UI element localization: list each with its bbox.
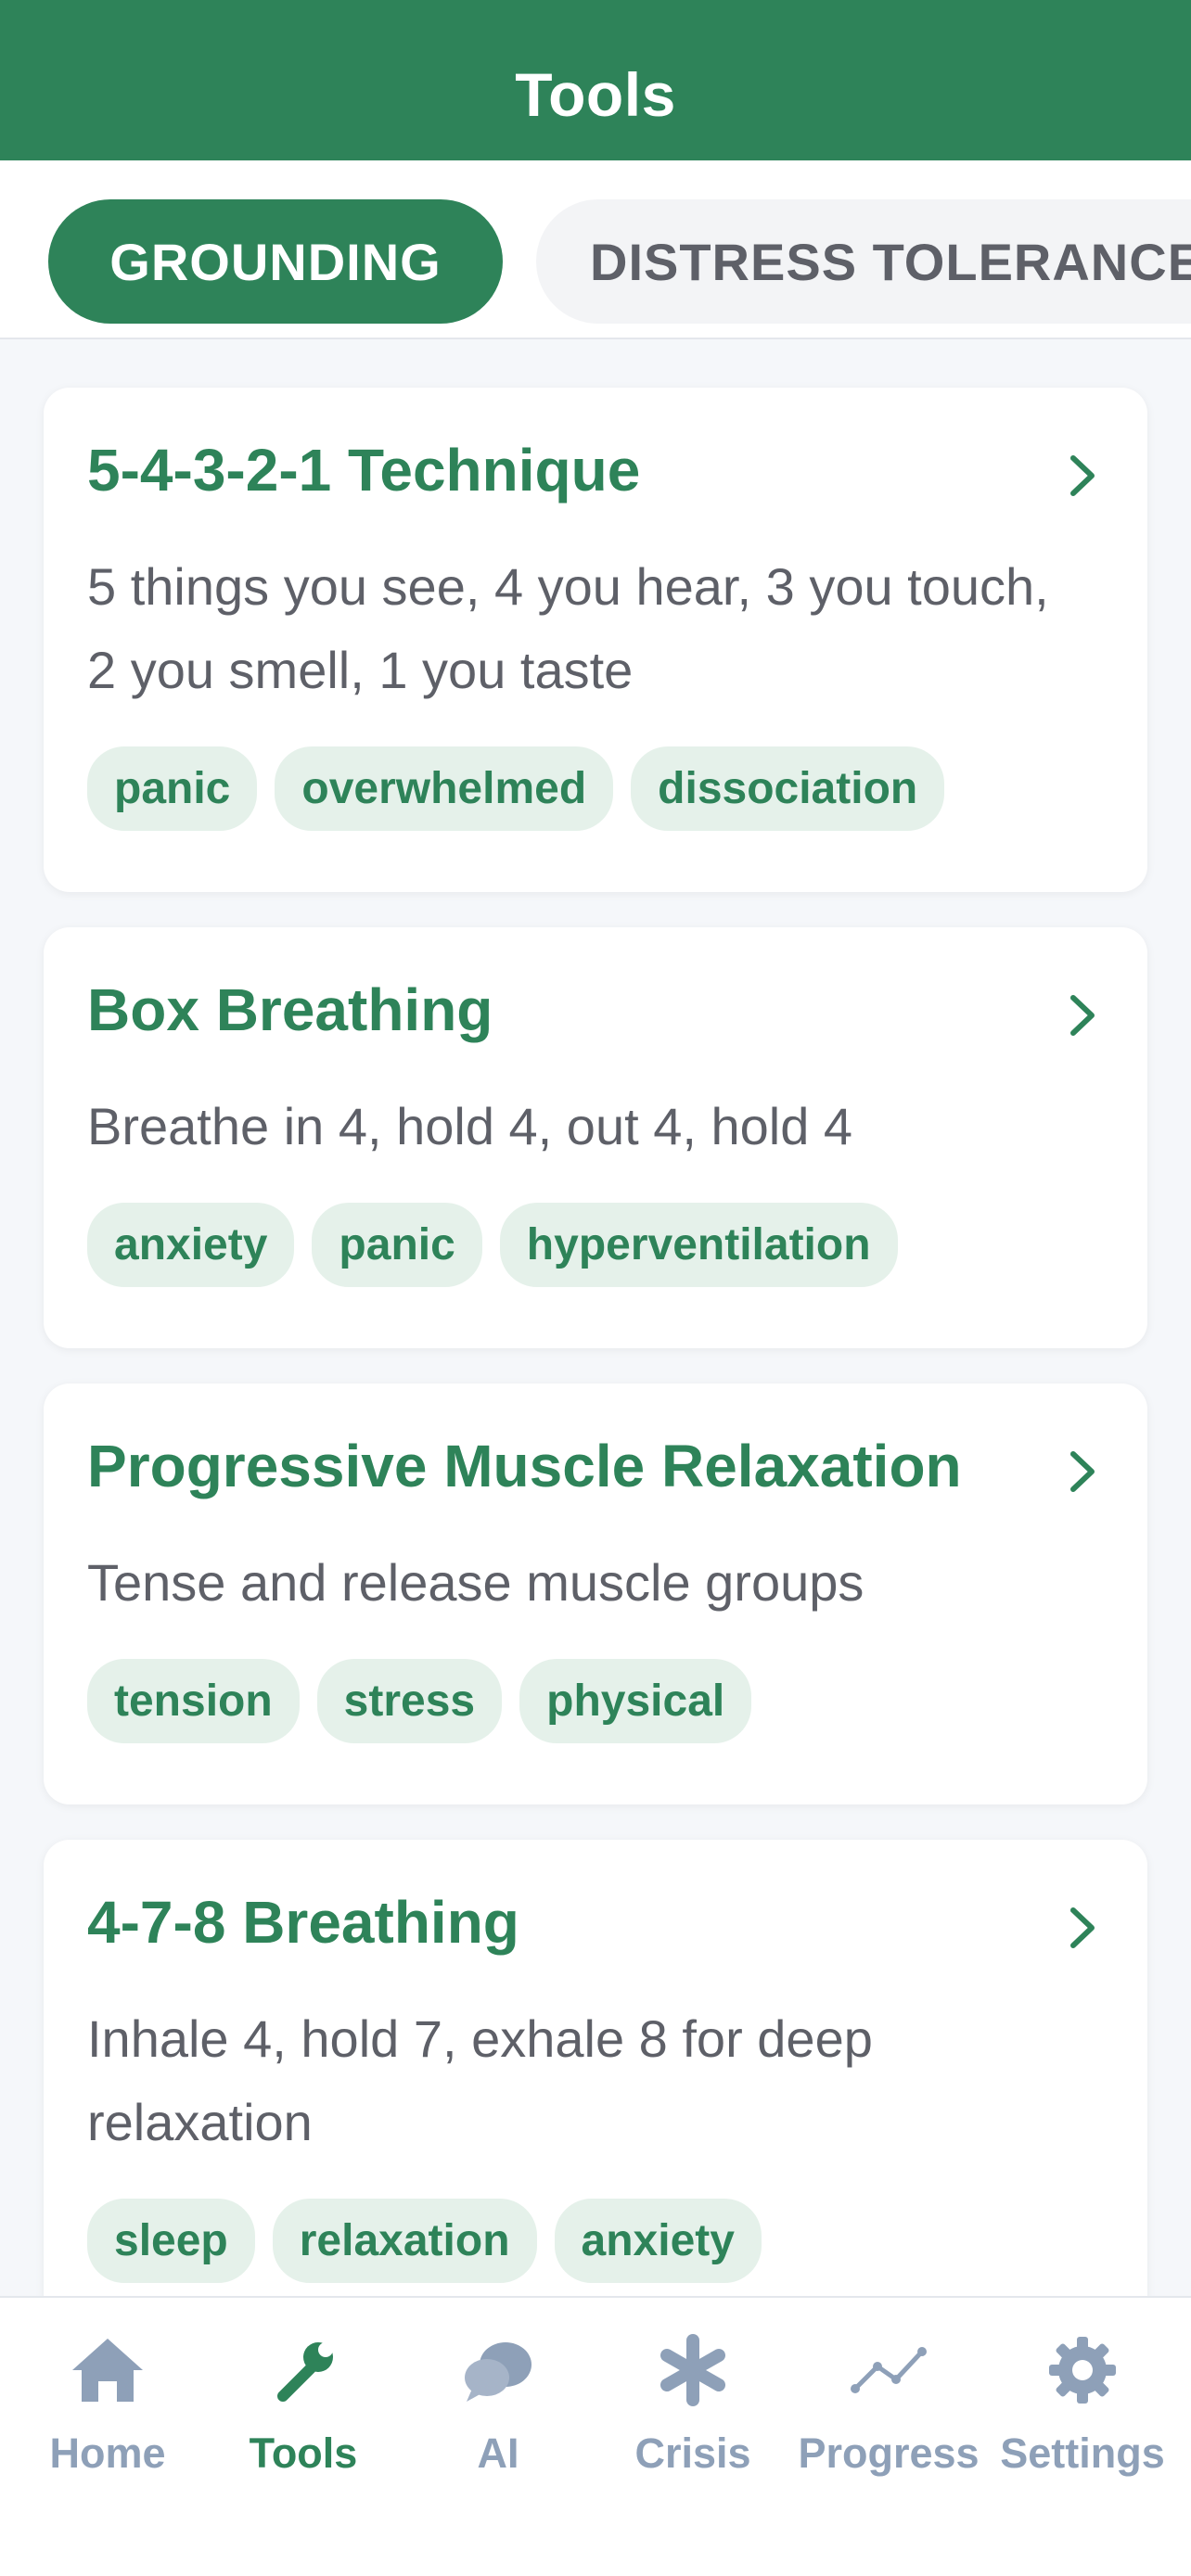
nav-label: AI	[477, 2429, 519, 2477]
category-tab-bar[interactable]: GROUNDING DISTRESS TOLERANCE	[0, 160, 1191, 339]
tag: physical	[519, 1659, 752, 1743]
tag: overwhelmed	[275, 746, 614, 831]
tool-card-5-4-3-2-1[interactable]: 5-4-3-2-1 Technique 5 things you see, 4 …	[44, 388, 1147, 892]
bottom-tab-bar: Home Tools AI Crisis Progress Settings	[0, 2296, 1191, 2576]
tool-card-description: Breathe in 4, hold 4, out 4, hold 4	[87, 1097, 853, 1155]
tool-card-title: Progressive Muscle Relaxation	[87, 1433, 962, 1499]
tag: stress	[316, 1659, 503, 1743]
nav-item-ai[interactable]: AI	[401, 2327, 596, 2504]
tag: relaxation	[272, 2199, 537, 2283]
tag: anxiety	[554, 2199, 762, 2283]
chevron-right-icon	[1070, 995, 1095, 1036]
nav-item-tools[interactable]: Tools	[206, 2327, 401, 2504]
wrench-icon	[277, 2342, 333, 2402]
tag-list: sleep relaxation anxiety	[87, 2199, 762, 2283]
tab-distress-tolerance[interactable]: DISTRESS TOLERANCE	[536, 199, 1191, 324]
tag-list: panic overwhelmed dissociation	[87, 746, 945, 831]
tab-grounding[interactable]: GROUNDING	[48, 199, 503, 324]
tag: hyperventilation	[499, 1203, 898, 1287]
tag-list: tension stress physical	[87, 1659, 752, 1743]
tool-card-progressive-muscle-relaxation[interactable]: Progressive Muscle Relaxation Tense and …	[44, 1384, 1147, 1804]
home-icon	[72, 2339, 143, 2402]
page-title: Tools	[515, 59, 676, 129]
nav-label: Crisis	[634, 2429, 751, 2477]
gear-icon	[1049, 2337, 1116, 2404]
nav-label: Settings	[1000, 2429, 1165, 2477]
tool-card-box-breathing[interactable]: Box Breathing Breathe in 4, hold 4, out …	[44, 927, 1147, 1348]
nav-item-home[interactable]: Home	[10, 2327, 205, 2504]
asterisk-icon	[660, 2334, 725, 2406]
tag: dissociation	[631, 746, 945, 831]
nav-label: Progress	[798, 2429, 980, 2477]
tool-card-description: Tense and release muscle groups	[87, 1553, 864, 1612]
tag: sleep	[87, 2199, 255, 2283]
tag: tension	[87, 1659, 300, 1743]
chevron-right-icon	[1070, 1451, 1095, 1492]
tool-card-title: 5-4-3-2-1 Technique	[87, 437, 641, 504]
nav-label: Tools	[249, 2429, 358, 2477]
app-header: Tools	[0, 0, 1191, 160]
nav-item-settings[interactable]: Settings	[985, 2327, 1180, 2504]
trend-line-icon	[851, 2347, 927, 2393]
tag-list: anxiety panic hyperventilation	[87, 1203, 898, 1287]
nav-item-progress[interactable]: Progress	[791, 2327, 986, 2504]
chevron-right-icon	[1070, 1907, 1095, 1948]
tool-card-4-7-8-breathing[interactable]: 4-7-8 Breathing Inhale 4, hold 7, exhale…	[44, 1840, 1147, 2296]
tag: anxiety	[87, 1203, 295, 1287]
tool-card-title: 4-7-8 Breathing	[87, 1889, 519, 1956]
chat-bubbles-icon	[465, 2342, 531, 2402]
chevron-right-icon	[1070, 455, 1095, 496]
tool-list[interactable]: 5-4-3-2-1 Technique 5 things you see, 4 …	[0, 339, 1191, 2296]
tool-card-title: Box Breathing	[87, 976, 493, 1043]
nav-label: Home	[49, 2429, 166, 2477]
nav-item-crisis[interactable]: Crisis	[596, 2327, 790, 2504]
tool-card-description: 5 things you see, 4 you hear, 3 you touc…	[87, 557, 1049, 699]
tool-card-description: Inhale 4, hold 7, exhale 8 for deep rela…	[87, 2009, 873, 2151]
tag: panic	[312, 1203, 482, 1287]
tag: panic	[87, 746, 258, 831]
